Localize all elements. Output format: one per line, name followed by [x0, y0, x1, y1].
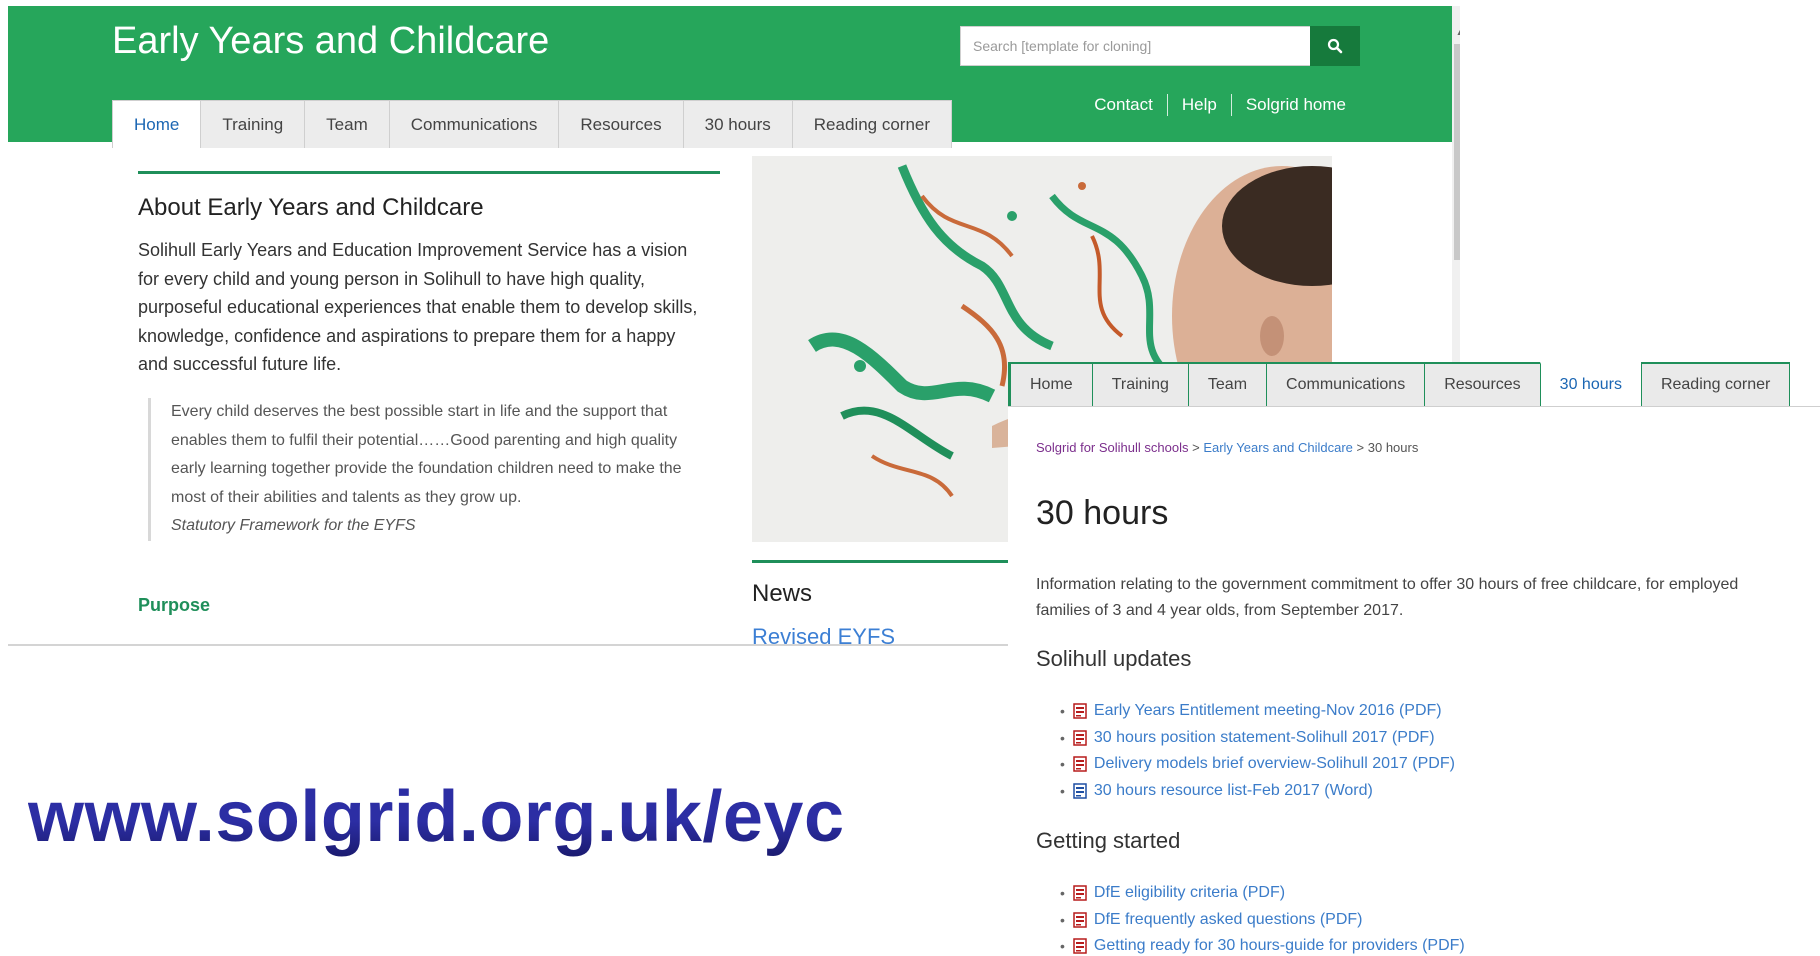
tab-home[interactable]: Home	[1008, 362, 1093, 406]
breadcrumb-eyc-link[interactable]: Early Years and Childcare	[1203, 440, 1353, 455]
document-link[interactable]: • 30 hours position statement-Solihull 2…	[1060, 725, 1455, 752]
solihull-updates-heading: Solihull updates	[1036, 646, 1192, 671]
breadcrumb-separator: >	[1356, 440, 1365, 455]
bullet: •	[1060, 911, 1065, 928]
document-link-label: DfE eligibility criteria (PDF)	[1093, 884, 1286, 902]
link-divider	[1166, 94, 1168, 116]
website-url: www.solgrid.org.uk/eyc	[28, 777, 845, 857]
document-link-label: Delivery models brief overview-Solihull …	[1093, 755, 1455, 773]
purpose-link[interactable]: Purpose	[138, 595, 210, 616]
scroll-up-icon[interactable]: ▲	[1455, 24, 1460, 38]
utility-links: Contact Help Solgrid home	[1080, 94, 1360, 116]
search-input[interactable]	[961, 27, 1317, 65]
pdf-icon	[1073, 938, 1087, 954]
quote-source: Statutory Framework for the EYFS	[171, 517, 416, 534]
intro-paragraph: Information relating to the government c…	[1036, 576, 1739, 619]
pdf-icon	[1073, 730, 1087, 746]
tab-reading-corner[interactable]: Reading corner	[791, 100, 953, 148]
document-link-label: Getting ready for 30 hours-guide for pro…	[1093, 937, 1465, 955]
breadcrumb-separator: >	[1192, 440, 1200, 455]
getting-started-heading: Getting started	[1036, 828, 1181, 853]
site-title: Early Years and Childcare	[112, 20, 550, 62]
news-article-link[interactable]: Revised EYFS	[752, 624, 895, 646]
quote-text: Every child deserves the best possible s…	[171, 403, 682, 506]
tab-30-hours[interactable]: 30 hours	[682, 100, 793, 148]
bullet: •	[1060, 729, 1065, 746]
tab-team[interactable]: Team	[304, 100, 390, 148]
document-link[interactable]: • 30 hours resource list-Feb 2017 (Word)	[1060, 778, 1455, 805]
about-heading: About Early Years and Childcare	[138, 194, 484, 221]
hours-nav-tabs: Home Training Team Communications Resour…	[1008, 362, 1791, 406]
tab-resources[interactable]: Resources	[1424, 362, 1541, 406]
news-heading: News	[752, 580, 813, 607]
about-paragraph: Solihull Early Years and Education Impro…	[138, 240, 698, 374]
document-link[interactable]: • Delivery models brief overview-Solihul…	[1060, 751, 1455, 778]
contact-link[interactable]: Contact	[1080, 95, 1167, 115]
tab-resources[interactable]: Resources	[558, 100, 684, 148]
pdf-icon	[1073, 756, 1087, 772]
thirty-hours-page-window: Home Training Team Communications Resour…	[1008, 362, 1820, 956]
solihull-updates-list: • Early Years Entitlement meeting-Nov 20…	[1060, 698, 1455, 804]
tab-training[interactable]: Training	[200, 100, 306, 148]
tab-team[interactable]: Team	[1187, 362, 1268, 406]
pdf-icon	[1073, 912, 1087, 928]
document-link[interactable]: • DfE eligibility criteria (PDF)	[1060, 880, 1465, 907]
search-button[interactable]	[1310, 26, 1360, 66]
document-link-label: DfE frequently asked questions (PDF)	[1093, 910, 1363, 928]
bullet: •	[1060, 938, 1065, 955]
document-link[interactable]: • Early Years Entitlement meeting-Nov 20…	[1060, 698, 1455, 725]
bullet: •	[1060, 885, 1065, 902]
tab-communications[interactable]: Communications	[388, 100, 560, 148]
search-icon	[1327, 38, 1343, 54]
breadcrumb: Solgrid for Solihull schools > Early Yea…	[1036, 440, 1418, 455]
page-title: 30 hours	[1036, 494, 1169, 532]
link-divider	[1230, 94, 1232, 116]
tab-30-hours[interactable]: 30 hours	[1539, 362, 1642, 406]
help-link[interactable]: Help	[1168, 95, 1231, 115]
solgrid-home-link[interactable]: Solgrid home	[1232, 95, 1360, 115]
document-link-label: Early Years Entitlement meeting-Nov 2016…	[1093, 702, 1442, 720]
tab-home[interactable]: Home	[112, 100, 202, 148]
tab-communications[interactable]: Communications	[1266, 362, 1426, 406]
tab-reading-corner[interactable]: Reading corner	[1640, 362, 1791, 406]
document-link[interactable]: • Getting ready for 30 hours-guide for p…	[1060, 933, 1465, 956]
pdf-icon	[1073, 885, 1087, 901]
tab-training[interactable]: Training	[1091, 362, 1189, 406]
breadcrumb-current: 30 hours	[1367, 440, 1419, 455]
main-nav-tabs: Home Training Team Communications Resour…	[112, 100, 953, 148]
pdf-icon	[1073, 703, 1087, 719]
breadcrumb-solgrid-link[interactable]: Solgrid for Solihull schools	[1036, 440, 1188, 455]
section-divider	[138, 171, 720, 174]
search-box[interactable]	[960, 26, 1318, 66]
eyfs-quote: Every child deserves the best possible s…	[148, 398, 708, 541]
bullet: •	[1060, 782, 1065, 799]
getting-started-list: • DfE eligibility criteria (PDF) • DfE f…	[1060, 880, 1465, 956]
news-divider	[752, 560, 1052, 563]
bullet: •	[1060, 756, 1065, 773]
bullet: •	[1060, 703, 1065, 720]
scrollbar-thumb[interactable]	[1454, 44, 1460, 260]
site-header: Early Years and Childcare Contact Help S…	[8, 6, 1460, 148]
document-link-label: 30 hours position statement-Solihull 201…	[1093, 728, 1435, 746]
document-link[interactable]: • DfE frequently asked questions (PDF)	[1060, 907, 1465, 934]
tab-baseline	[1008, 406, 1820, 407]
document-link-label: 30 hours resource list-Feb 2017 (Word)	[1093, 781, 1373, 799]
word-icon	[1073, 783, 1087, 799]
